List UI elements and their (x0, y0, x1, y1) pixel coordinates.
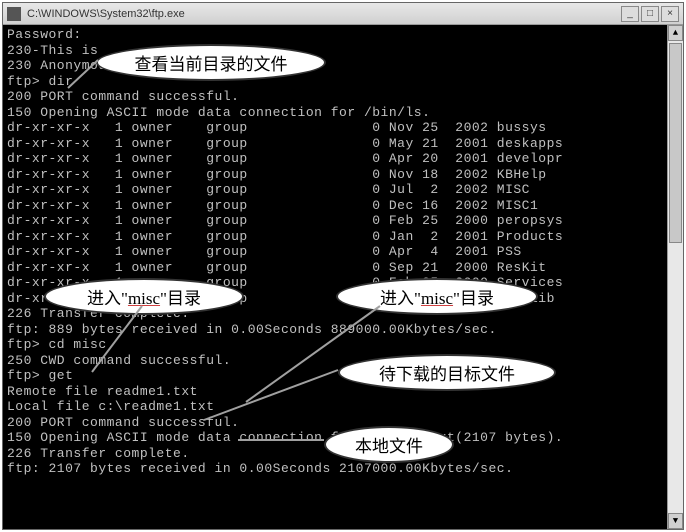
line: dr-xr-xr-x 1 owner group 0 Apr 20 2001 d… (7, 151, 563, 166)
callout-text-b: misc (421, 289, 453, 308)
callout-text-a: 进入" (380, 289, 421, 308)
scroll-up-button[interactable]: ▲ (668, 25, 683, 41)
vertical-scrollbar[interactable]: ▲ ▼ (667, 25, 683, 529)
line: 230-This is (7, 43, 107, 58)
callout-enter-misc-2: 进入"misc"目录 (336, 278, 538, 315)
line: 0 Apr 4 2001 PSS (248, 244, 522, 259)
line: ftp: 2107 bytes received in 0.00Seconds … (7, 461, 513, 476)
app-icon (7, 7, 21, 21)
line: 0 Sep 21 2000 ResKit (248, 260, 547, 275)
line: ftp> get (7, 368, 73, 383)
callout-text-a: 进入" (87, 289, 128, 308)
line: Remote file readme1.txt (7, 384, 198, 399)
callout-text-b: misc (128, 289, 160, 308)
maximize-button[interactable]: □ (641, 6, 659, 22)
line: dr-xr-xr-x 1 owner group 0 Dec 16 2002 M… (7, 198, 538, 213)
line: dr-xr-xr-x 1 owner group (7, 260, 248, 275)
callout-view-files: 查看当前目录的文件 (96, 44, 326, 81)
line: dr-xr-xr-x 1 owner group 0 Nov 18 2002 K… (7, 167, 547, 182)
line: dr-xr-xr-x 1 owner group 0 Jan 2 2001 Pr… (7, 229, 563, 244)
callout-text-c: "目录 (160, 289, 201, 308)
line: 150 Opening ASCII mode data connection f… (7, 430, 563, 445)
line: 150 Opening ASCII mode data connection f… (7, 105, 430, 120)
callout-text-c: "目录 (453, 289, 494, 308)
window-controls: _ □ × (621, 6, 679, 22)
line: dr-xr-xr-x 1 owner group (7, 244, 248, 259)
line: 200 PORT command successful. (7, 89, 239, 104)
line: 250 CWD command successful. (7, 353, 231, 368)
line: ftp> cd misc (7, 337, 107, 352)
title-bar[interactable]: C:\WINDOWS\System32\ftp.exe _ □ × (3, 3, 683, 25)
close-button[interactable]: × (661, 6, 679, 22)
line: Password: (7, 27, 82, 42)
line: 200 PORT command successful. (7, 415, 239, 430)
line: dr-xr-xr-x 1 owner group 0 Nov 25 2002 b… (7, 120, 547, 135)
callout-text: 待下载的目标文件 (379, 365, 515, 384)
line: dr-xr-xr-x 1 owner group 0 Feb 25 2000 p… (7, 213, 563, 228)
window-title: C:\WINDOWS\System32\ftp.exe (27, 8, 621, 20)
line: dr-xr-xr-x 1 owner group 0 Jul 2 2002 MI… (7, 182, 530, 197)
line: 226 Transfer complete. (7, 446, 190, 461)
callout-text: 本地文件 (355, 437, 423, 456)
callout-text: 查看当前目录的文件 (135, 55, 288, 74)
scroll-down-button[interactable]: ▼ (668, 513, 683, 529)
scroll-thumb[interactable] (669, 43, 682, 243)
line: ftp: 889 bytes received in 0.00Seconds 8… (7, 322, 497, 337)
callout-target-file: 待下载的目标文件 (338, 354, 556, 391)
line: ftp> dir (7, 74, 73, 89)
line: dr-xr-xr-x 1 owner group 0 May 21 2001 d… (7, 136, 563, 151)
minimize-button[interactable]: _ (621, 6, 639, 22)
line: Local file c:\readme1.txt (7, 399, 215, 414)
callout-enter-misc-1: 进入"misc"目录 (44, 278, 244, 315)
callout-local-file: 本地文件 (324, 426, 454, 463)
